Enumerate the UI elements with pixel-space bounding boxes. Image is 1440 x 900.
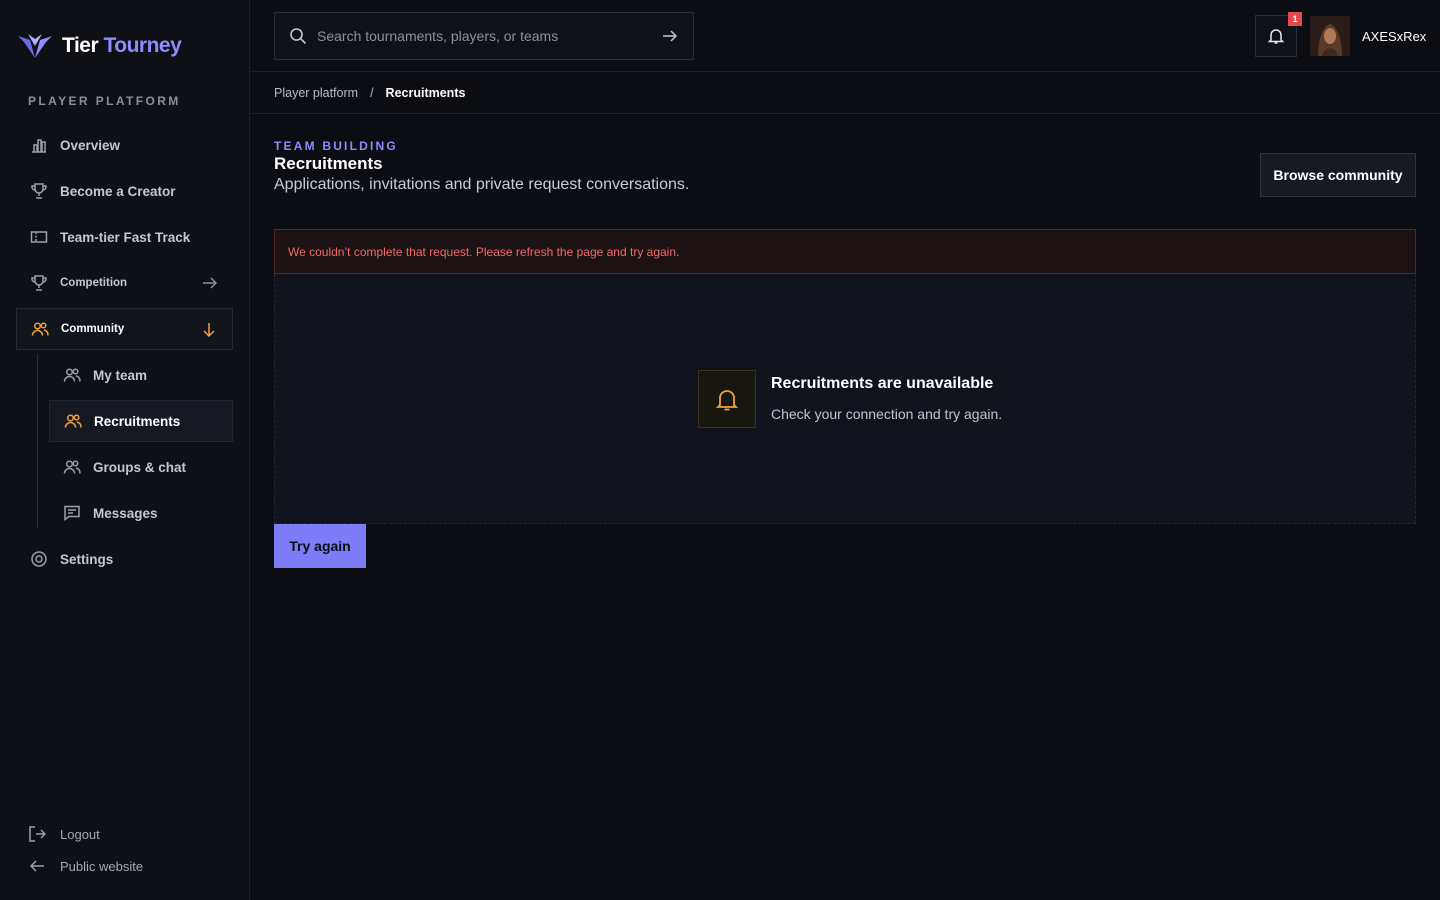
search-icon <box>290 28 307 45</box>
brand-name: Tier Tourney <box>62 34 182 57</box>
sidebar-item-overview[interactable]: Overview <box>16 124 233 166</box>
sidebar: Tier Tourney PLAYER PLATFORM Overview Be… <box>0 0 250 900</box>
logout-label: Logout <box>60 826 100 842</box>
bar-chart-icon <box>30 136 48 154</box>
gear-icon <box>30 550 48 568</box>
sidebar-item-competition[interactable]: Competition <box>16 262 233 304</box>
sidebar-subitem-groups-chat[interactable]: Groups & chat <box>49 446 233 488</box>
bell-icon <box>715 390 739 411</box>
logo-icon <box>18 34 52 58</box>
ticket-icon <box>30 228 48 246</box>
sidebar-item-label: Team-tier Fast Track <box>60 229 191 245</box>
sidebar-item-become-creator[interactable]: Become a Creator <box>16 170 233 212</box>
users-icon <box>63 458 81 476</box>
sidebar-subitem-my-team[interactable]: My team <box>49 354 233 396</box>
error-banner: We couldn’t complete that request. Pleas… <box>274 229 1416 274</box>
sidebar-item-label: Become a Creator <box>60 183 176 199</box>
public-website-link[interactable]: Public website <box>28 857 143 875</box>
breadcrumb-current: Recruitments <box>385 85 466 100</box>
search-submit-icon[interactable] <box>661 27 679 45</box>
search-bar[interactable] <box>274 12 694 60</box>
avatar[interactable] <box>1310 16 1350 56</box>
avatar-image <box>1310 16 1350 56</box>
sidebar-item-settings[interactable]: Settings <box>16 538 233 580</box>
logout-icon <box>29 826 46 842</box>
brand-logo[interactable]: Tier Tourney <box>16 30 182 62</box>
submenu-line <box>37 354 38 528</box>
trophy-icon <box>30 182 48 200</box>
users-icon <box>31 320 49 338</box>
sidebar-item-fast-track[interactable]: Team-tier Fast Track <box>16 216 233 258</box>
notifications-button[interactable]: 1 <box>1255 12 1302 57</box>
logout-link[interactable]: Logout <box>28 825 100 843</box>
arrow-down-icon <box>203 323 215 338</box>
sidebar-item-label: Community <box>61 323 125 335</box>
users-icon <box>64 412 82 430</box>
try-again-button[interactable]: Try again <box>274 524 366 568</box>
page-title: Recruitments <box>274 154 383 173</box>
empty-state-description: Check your connection and try again. <box>771 406 1003 422</box>
username[interactable]: AXESxRex <box>1362 29 1426 44</box>
notification-badge: 1 <box>1288 12 1302 26</box>
sidebar-subitem-label: Recruitments <box>94 413 181 429</box>
search-input[interactable] <box>317 28 651 44</box>
arrow-left-icon <box>29 860 44 872</box>
bell-icon <box>1267 29 1285 44</box>
sidebar-subitem-label: My team <box>93 367 148 383</box>
breadcrumb-separator: / <box>370 85 374 100</box>
trophy-icon <box>30 274 48 292</box>
empty-state: Recruitments are unavailable Check your … <box>274 274 1416 524</box>
sidebar-item-community[interactable]: Community <box>16 308 233 350</box>
sidebar-item-label: Settings <box>60 551 114 567</box>
sidebar-section-label: PLAYER PLATFORM <box>28 94 181 108</box>
arrow-right-icon <box>203 277 218 289</box>
browse-community-button[interactable]: Browse community <box>1260 153 1416 197</box>
page-eyebrow: TEAM BUILDING <box>274 139 398 153</box>
sidebar-subitem-messages[interactable]: Messages <box>49 492 233 534</box>
message-icon <box>63 504 81 522</box>
breadcrumb-parent[interactable]: Player platform <box>274 86 358 100</box>
public-website-label: Public website <box>60 858 144 874</box>
sidebar-subitem-label: Messages <box>93 505 158 521</box>
sidebar-item-label: Overview <box>60 137 121 153</box>
sidebar-subitem-recruitments[interactable]: Recruitments <box>49 400 233 442</box>
empty-state-title: Recruitments are unavailable <box>771 375 994 392</box>
breadcrumb: Player platform / Recruitments <box>250 72 1440 114</box>
empty-state-icon-box <box>698 370 756 428</box>
users-icon <box>63 366 81 384</box>
topbar: 1 AXESxRex <box>250 0 1440 72</box>
page-subtitle: Applications, invitations and private re… <box>274 176 690 193</box>
sidebar-subitem-label: Groups & chat <box>93 459 187 475</box>
sidebar-item-label: Competition <box>60 277 128 289</box>
